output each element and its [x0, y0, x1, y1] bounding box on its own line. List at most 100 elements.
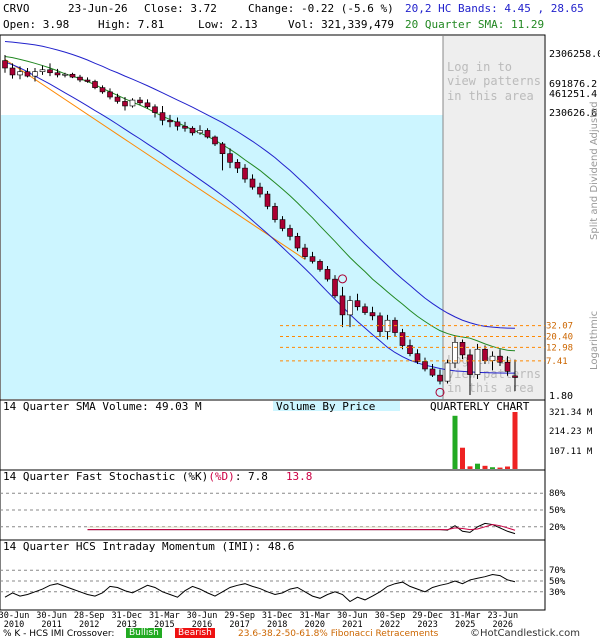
- bullish-candle: [489, 355, 496, 361]
- bullish-candle: [474, 348, 481, 375]
- bearish-candle: [459, 342, 466, 356]
- bearish-candle: [234, 162, 241, 169]
- split-label: Split and Dividend Adjusted: [589, 101, 600, 240]
- bearish-candle: [377, 315, 383, 332]
- bearish-candle: [2, 60, 8, 69]
- bearish-candle: [302, 247, 308, 257]
- bearish-candle: [324, 269, 331, 280]
- bearish-candle: [122, 101, 128, 107]
- volume-bar: [505, 466, 510, 469]
- volume-bar: [467, 466, 473, 469]
- bearish-candle: [77, 76, 83, 81]
- bullish-candle: [452, 342, 458, 364]
- volume-bar: [497, 467, 503, 469]
- bullish-candle: [62, 73, 68, 76]
- bearish-candle: [482, 348, 488, 361]
- bearish-candle: [429, 368, 436, 376]
- bearish-candle: [339, 295, 346, 316]
- stoch-d-title: (%D): [208, 470, 235, 483]
- fib-level-label: 12.98: [546, 343, 573, 353]
- volume-bar: [490, 467, 495, 469]
- bearish-candle: [144, 102, 151, 108]
- stoch-shaded-area: [87, 526, 440, 528]
- bullish-candle: [197, 130, 203, 134]
- imi-title: 14 Quarter HCS Intraday Momentum (IMI): …: [3, 540, 294, 553]
- bearish-candle: [467, 354, 473, 375]
- watermark-line2-bottom: view patterns: [447, 367, 541, 381]
- volume-tick-label: 107.11 M: [549, 447, 593, 457]
- vbp-label: Volume By Price: [276, 400, 375, 413]
- bullish-candle: [32, 71, 38, 77]
- imi-tick-label: 50%: [549, 577, 566, 587]
- price-tick-label: 1.80: [549, 391, 573, 402]
- bullish-candle: [39, 69, 46, 73]
- imi-line: [4, 574, 516, 603]
- volume-bar: [460, 447, 465, 469]
- bearish-candle: [69, 73, 76, 78]
- volume-tick-label: 321.34 M: [549, 408, 593, 418]
- scale-label: Logarithmic: [589, 311, 600, 370]
- bearish-candle: [287, 228, 293, 237]
- watermark-line3: in this area: [447, 89, 534, 103]
- volume-title: 14 Quarter SMA Volume: 49.03 M: [3, 400, 202, 413]
- bearish-candle: [512, 375, 518, 378]
- quarterly-chart-label: QUARTERLY CHART: [430, 400, 530, 413]
- volume-bar: [482, 465, 488, 469]
- bearish-candle: [332, 278, 338, 297]
- brand: ©HotCandlestick.com: [470, 628, 581, 639]
- stoch-tick-label: 50%: [549, 506, 566, 516]
- bearish-candle: [309, 256, 316, 262]
- bearish-candle: [399, 332, 406, 346]
- candlestick-chart: Log in to view patterns in this area Log…: [0, 34, 600, 630]
- stoch-tick-label: 20%: [549, 523, 566, 533]
- imi-tick-label: 30%: [549, 588, 566, 598]
- bearish-candle: [317, 261, 323, 270]
- imi-tick-label: 70%: [549, 566, 566, 576]
- bearish-candle: [294, 236, 301, 249]
- bearish-candle: [159, 112, 166, 121]
- bearish-candle: [279, 219, 286, 229]
- bearish-candle: [249, 178, 256, 188]
- bearish-candle: [84, 79, 91, 82]
- bearish-candle: [362, 306, 368, 313]
- bearish-candle: [204, 130, 211, 138]
- fib-legend: 23.6-38.2-50-61.8% Fibonacci Retracement…: [238, 629, 439, 639]
- bearish-candle: [242, 167, 248, 180]
- stoch-tick-label: 80%: [549, 489, 566, 499]
- stoch-d-value: 13.8: [286, 470, 313, 483]
- bearish-candle: [92, 81, 98, 88]
- stoch-title: 14 Quarter Fast Stochastic (%K)(%D): 7.8…: [3, 470, 312, 483]
- volume-tick-label: 214.23 M: [549, 427, 593, 437]
- bearish-candle: [24, 71, 31, 77]
- volume-bar: [512, 412, 518, 469]
- bearish-candle: [99, 87, 106, 93]
- bullish-candle: [347, 300, 353, 316]
- bearish-candle: [369, 312, 376, 317]
- stoch-k-value: : 7.8: [235, 470, 268, 483]
- bearish-candle: [9, 67, 16, 76]
- bullish-candle: [444, 362, 451, 382]
- watermark-line3-bottom: in this area: [447, 381, 534, 395]
- bearish-candle: [54, 72, 61, 76]
- price-tick-label: 461251.4: [549, 89, 597, 100]
- bearish-candle: [212, 136, 218, 145]
- watermark-line2: view patterns: [447, 74, 541, 88]
- bearish-candle: [152, 106, 158, 113]
- bearish-candle: [167, 119, 173, 123]
- bearish-candle: [257, 186, 263, 195]
- stoch-k-title: 14 Quarter Fast Stochastic (%K): [3, 470, 208, 483]
- bearish-candle: [189, 127, 196, 134]
- bearish-candle: [107, 91, 113, 98]
- bullish-tag: Bullish: [126, 628, 162, 638]
- bearish-candle: [407, 345, 413, 354]
- bearish-candle: [47, 69, 53, 74]
- volume-bar: [452, 415, 458, 469]
- bearish-candle: [219, 143, 226, 155]
- bearish-candle: [114, 96, 121, 102]
- bearish-candle: [137, 99, 143, 104]
- bearish-candle: [227, 153, 233, 163]
- bearish-tag: Bearish: [175, 628, 215, 638]
- footer-legend: % K - HCS IMI Crossover: Bullish Bearish…: [0, 627, 600, 640]
- bearish-candle: [264, 193, 271, 207]
- watermark-line1: Log in to: [447, 60, 512, 74]
